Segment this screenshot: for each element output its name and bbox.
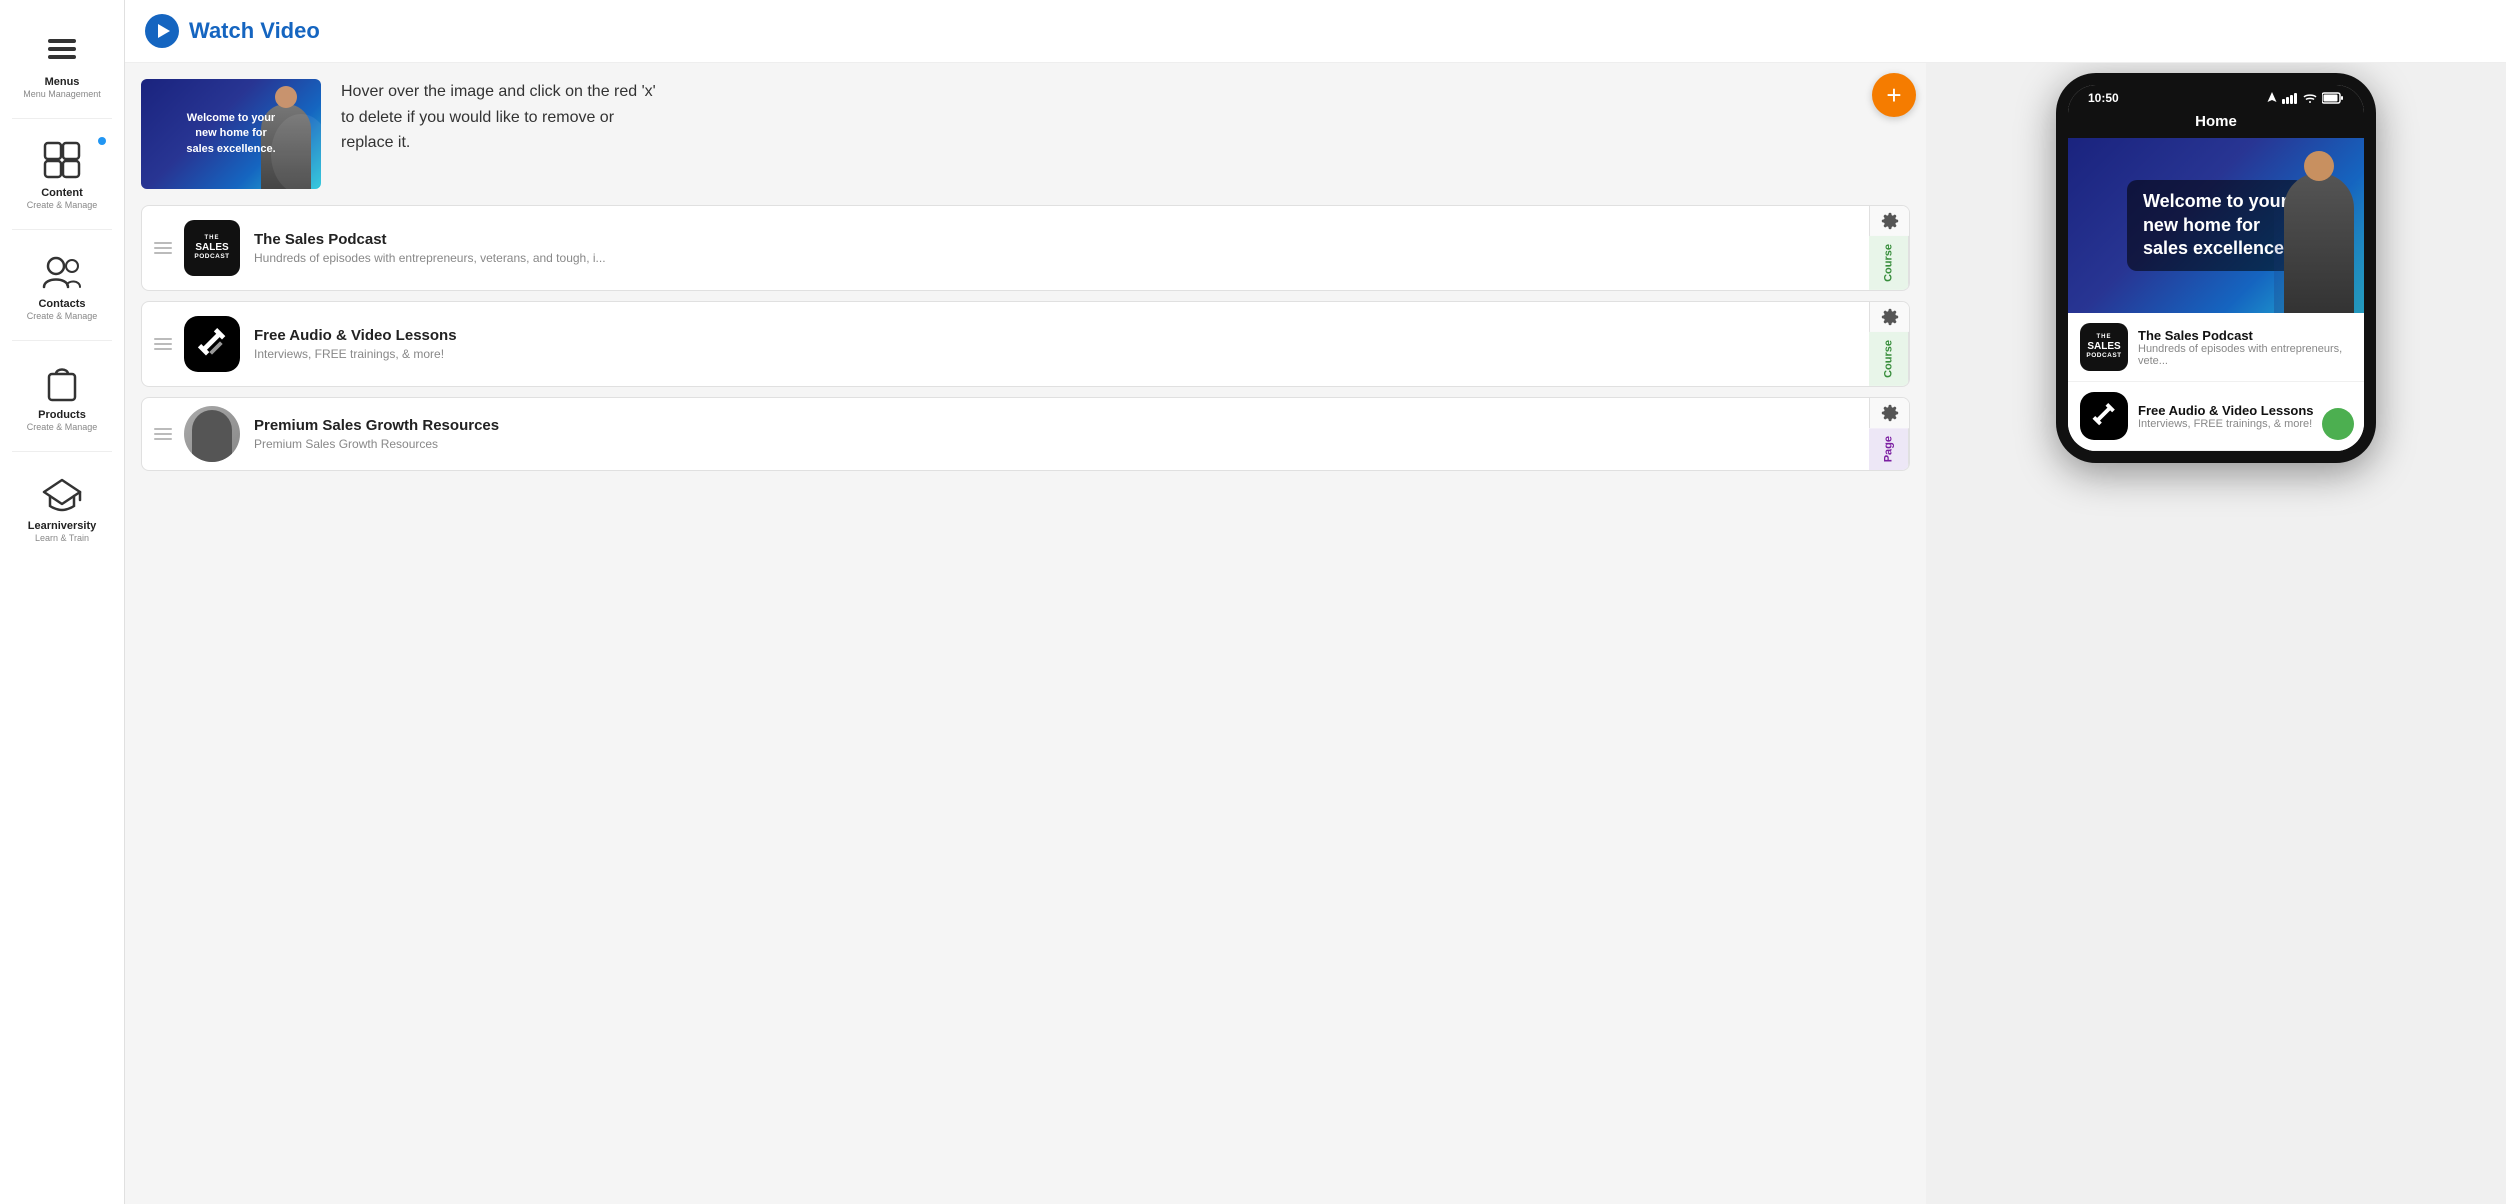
phone-panel: 10:50 — [1926, 63, 2506, 1204]
left-panel: + Welcome to yournew home forsales excel… — [125, 63, 1926, 1204]
phone-nav-title: Home — [2068, 109, 2364, 138]
gear-button-2[interactable] — [1869, 302, 1909, 332]
gear-icon-2 — [1881, 308, 1899, 326]
sidebar-contacts-sublabel: Create & Manage — [27, 311, 98, 322]
person-silhouette-3 — [192, 410, 232, 462]
location-icon — [2267, 92, 2277, 104]
phone-item-title-1: The Sales Podcast — [2138, 328, 2352, 343]
list-item-free-audio: Free Audio & Video Lessons Interviews, F… — [141, 301, 1910, 387]
green-dot — [2322, 408, 2354, 440]
phone-time: 10:50 — [2088, 91, 2119, 105]
hero-image[interactable]: Welcome to yournew home forsales excelle… — [141, 79, 321, 189]
contacts-icon — [39, 248, 85, 294]
play-button[interactable] — [145, 14, 179, 48]
hero-block: Welcome to yournew home forsales excelle… — [141, 79, 1910, 189]
sidebar-menus-sublabel: Menu Management — [23, 89, 101, 100]
phone-status-bar: 10:50 — [2068, 85, 2364, 109]
item-title-2: Free Audio & Video Lessons — [254, 327, 1869, 344]
phone-item-info-2: Free Audio & Video Lessons Interviews, F… — [2138, 403, 2352, 430]
add-button[interactable]: + — [1872, 73, 1916, 117]
list-item-sales-podcast: THE SALES PODCAST The Sales Podcast Hund… — [141, 205, 1910, 291]
sidebar-divider-1 — [12, 118, 111, 119]
gear-icon-1 — [1881, 212, 1899, 230]
phone-person — [2274, 148, 2364, 313]
type-label-2: Course — [1869, 332, 1909, 386]
hero-instructions: Hover over the image and click on the re… — [341, 79, 656, 156]
person-icon-3 — [184, 406, 240, 462]
item-title-1: The Sales Podcast — [254, 231, 1869, 248]
phone-podcast-text: THE SALES PODCAST — [2086, 334, 2121, 360]
learniversity-icon — [39, 470, 85, 516]
item-desc-1: Hundreds of episodes with entrepreneurs,… — [254, 251, 1869, 265]
sidebar-learniversity-sublabel: Learn & Train — [35, 533, 89, 544]
sidebar-contacts-label: Contacts — [38, 298, 85, 311]
item-desc-2: Interviews, FREE trainings, & more! — [254, 347, 1869, 361]
phone-podcast-icon: THE SALES PODCAST — [2080, 323, 2128, 371]
sidebar-item-learniversity[interactable]: Learniversity Learn & Train — [0, 456, 124, 558]
phone-item-desc-1: Hundreds of episodes with entrepreneurs,… — [2138, 343, 2352, 367]
content-icon — [39, 137, 85, 183]
phone-person-fig — [2284, 173, 2354, 313]
status-right — [2267, 92, 2344, 104]
sidebar-products-label: Products — [38, 409, 86, 422]
type-label-3: Page — [1869, 428, 1909, 470]
sidebar: Menus Menu Management Content Create & M… — [0, 0, 125, 1204]
phone-list-item-1: THE SALES PODCAST The Sales Podcast Hund… — [2068, 313, 2364, 382]
phone-screen: 10:50 — [2068, 85, 2364, 451]
sidebar-content-label: Content — [41, 187, 83, 200]
sidebar-content-sublabel: Create & Manage — [27, 200, 98, 211]
content-area: + Welcome to yournew home forsales excel… — [125, 63, 2506, 1204]
phone-item-info-1: The Sales Podcast Hundreds of episodes w… — [2138, 328, 2352, 367]
item-right-1: Course — [1869, 206, 1909, 290]
signal-icon — [2282, 92, 2298, 104]
content-notification-dot — [98, 137, 106, 145]
item-info-2: Free Audio & Video Lessons Interviews, F… — [254, 327, 1869, 361]
sidebar-item-menus[interactable]: Menus Menu Management — [0, 12, 124, 114]
sidebar-divider-3 — [12, 340, 111, 341]
podcast-icon-1: THE SALES PODCAST — [184, 220, 240, 276]
phone-item-title-2: Free Audio & Video Lessons — [2138, 403, 2352, 418]
phone-hammer-icon — [2080, 392, 2128, 440]
drag-handle-2[interactable] — [142, 338, 184, 350]
phone-hammer-svg — [2091, 403, 2117, 429]
sidebar-divider-2 — [12, 229, 111, 230]
sidebar-menus-label: Menus — [45, 76, 80, 89]
phone-item-desc-2: Interviews, FREE trainings, & more! — [2138, 418, 2352, 430]
item-info-3: Premium Sales Growth Resources Premium S… — [254, 417, 1869, 451]
item-info-1: The Sales Podcast Hundreds of episodes w… — [254, 231, 1869, 265]
battery-icon — [2322, 92, 2344, 104]
phone-list: THE SALES PODCAST The Sales Podcast Hund… — [2068, 313, 2364, 451]
hammer-svg-2 — [196, 328, 228, 360]
products-icon — [39, 359, 85, 405]
phone-frame: 10:50 — [2056, 73, 2376, 463]
item-right-2: Course — [1869, 302, 1909, 386]
sidebar-products-sublabel: Create & Manage — [27, 422, 98, 433]
sidebar-learniversity-label: Learniversity — [28, 520, 96, 533]
item-title-3: Premium Sales Growth Resources — [254, 417, 1869, 434]
hero-image-text: Welcome to yournew home forsales excelle… — [178, 103, 283, 165]
gear-button-3[interactable] — [1869, 398, 1909, 428]
phone-hero-text: Welcome to yournew home forsales excelle… — [2143, 190, 2289, 260]
sidebar-item-content[interactable]: Content Create & Manage — [0, 123, 124, 225]
hammer-icon-2 — [184, 316, 240, 372]
sidebar-item-contacts[interactable]: Contacts Create & Manage — [0, 234, 124, 336]
header: Watch Video — [125, 0, 2506, 63]
type-label-1: Course — [1869, 236, 1909, 290]
gear-icon-3 — [1881, 404, 1899, 422]
list-item-premium-sales: Premium Sales Growth Resources Premium S… — [141, 397, 1910, 471]
phone-list-item-2: Free Audio & Video Lessons Interviews, F… — [2068, 382, 2364, 451]
item-desc-3: Premium Sales Growth Resources — [254, 437, 1869, 451]
gear-button-1[interactable] — [1869, 206, 1909, 236]
drag-handle-1[interactable] — [142, 242, 184, 254]
main-content: Watch Video + Welcome to yournew home fo… — [125, 0, 2506, 1204]
header-title: Watch Video — [189, 18, 320, 44]
wifi-icon — [2303, 93, 2317, 103]
sidebar-divider-4 — [12, 451, 111, 452]
menu-icon — [39, 26, 85, 72]
item-right-3: Page — [1869, 398, 1909, 470]
sidebar-item-products[interactable]: Products Create & Manage — [0, 345, 124, 447]
phone-hero: Welcome to yournew home forsales excelle… — [2068, 138, 2364, 313]
drag-handle-3[interactable] — [142, 428, 184, 440]
